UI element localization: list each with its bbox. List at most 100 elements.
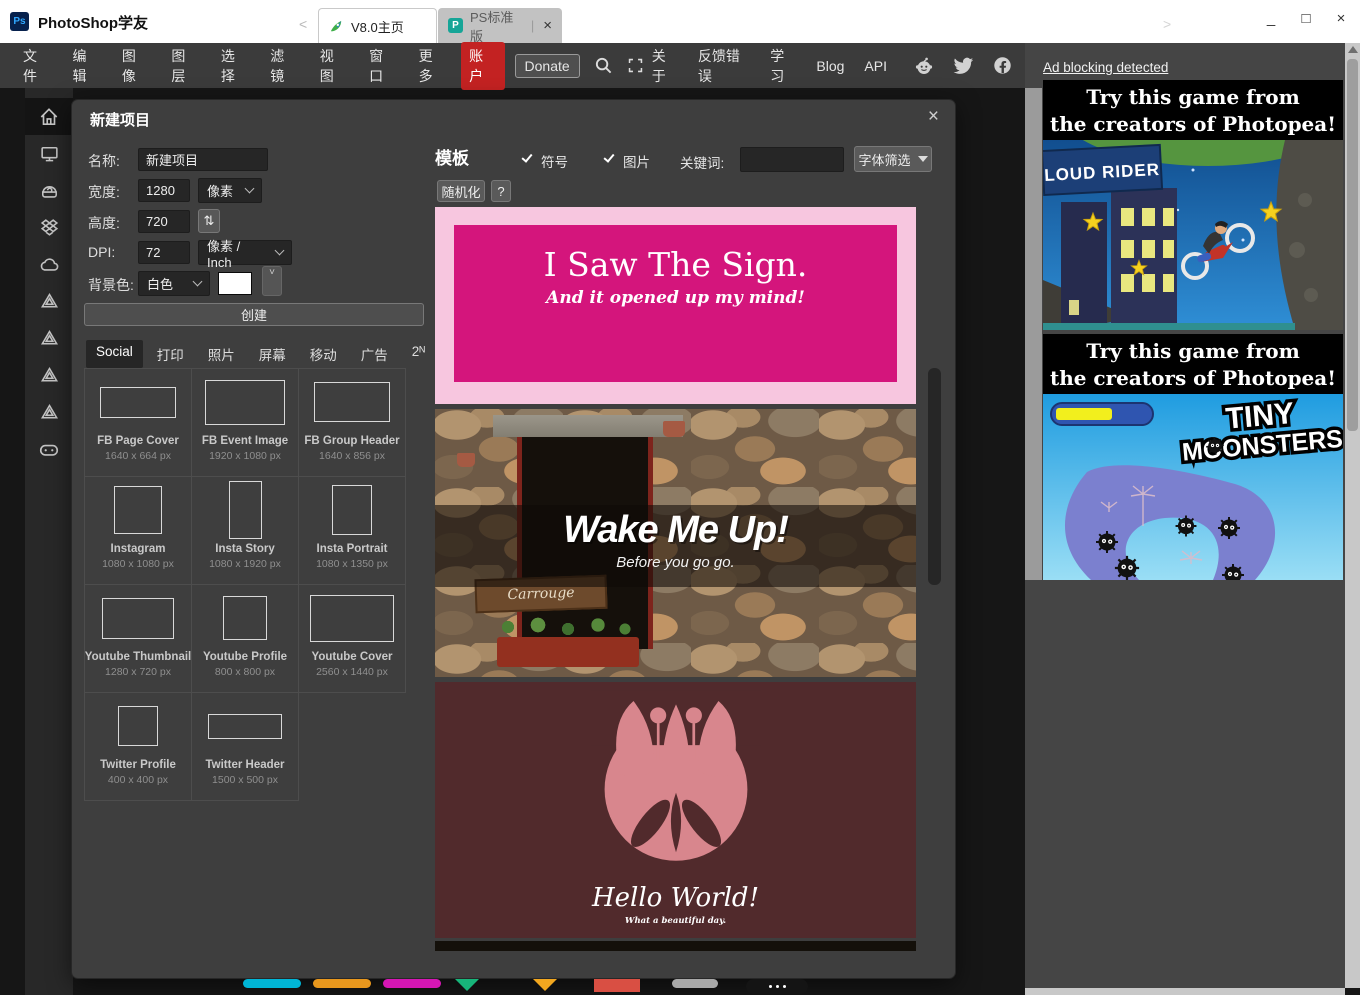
template-preview-wall[interactable]: Carrouge Wake Me Up! Before you go go. [435,409,916,677]
menu-blog[interactable]: Blog [808,53,852,79]
color-picker-expand-button[interactable]: ˅ [262,266,282,296]
name-input[interactable] [138,148,268,171]
menu-layer[interactable]: 图层 [160,41,209,91]
width-unit-value: 像素 [207,184,234,199]
planter-box [497,637,639,667]
tab-power-of-two[interactable]: 2ᴺ [402,340,435,368]
tab-mobile[interactable]: 移动 [300,340,347,368]
template-insta-story[interactable]: Insta Story 1080 x 1920 px [192,477,299,585]
sidebar-item-games[interactable] [25,431,73,468]
template-fb-page-cover[interactable]: FB Page Cover 1640 x 664 px [85,369,192,477]
gdrive-icon [40,293,58,308]
font-filter-button[interactable]: 字体筛选 [854,146,932,172]
menu-more[interactable]: 更多 [408,41,457,91]
ad-loud-rider[interactable]: Try this game from the creators of Photo… [1043,80,1343,330]
dialog-close-icon[interactable]: × [924,104,943,130]
sidebar-item-gdrive-4[interactable] [25,394,73,431]
poster-title: Wake Me Up! [563,509,789,551]
browser-tab-home[interactable]: V8.0主页 [318,8,437,43]
triangle-down-icon [917,156,928,162]
menu-report-bug[interactable]: 反馈错误 [690,41,758,91]
menu-edit[interactable]: 编辑 [61,41,110,91]
menu-image[interactable]: 图像 [111,41,160,91]
template-sliver-magenta [383,979,441,988]
bottom-scroll-strip [1025,988,1345,995]
template-sliver-cyan [243,979,301,988]
template-youtube-cover[interactable]: Youtube Cover 2560 x 1440 px [299,585,406,693]
width-unit-select[interactable]: 像素 [198,178,262,203]
tiny-monsters-image: TINY MOONSTERS [1043,394,1343,580]
randomize-button[interactable]: 随机化 [437,180,485,202]
search-icon[interactable] [594,56,613,75]
dpi-input[interactable] [138,241,190,264]
cloud-icon [40,257,59,271]
tab-print[interactable]: 打印 [147,340,194,368]
tab-scroll-right-icon[interactable]: > [1163,16,1171,32]
account-button[interactable]: 账户 [461,41,505,90]
width-input[interactable] [138,179,190,202]
browser-titlebar: Ps PhotoShop学友 < V8.0主页 P PS标准版 | × > _ … [0,0,1360,44]
tab-close-icon[interactable]: × [543,17,552,34]
name-label: 名称: [88,153,120,169]
sidebar-item-gdrive-2[interactable] [25,320,73,357]
keyword-input[interactable] [740,147,844,172]
template-preview-flower[interactable]: Hello World! What a beautiful day. [435,682,916,938]
tab-photo[interactable]: 照片 [198,340,245,368]
fullscreen-icon[interactable] [627,57,644,74]
template-fb-group-header[interactable]: FB Group Header 1640 x 856 px [299,369,406,477]
menu-view[interactable]: 视图 [309,41,358,91]
scroll-up-icon[interactable] [1348,46,1358,53]
menu-file[interactable]: 文件 [12,41,61,91]
tab-social[interactable]: Social [86,340,143,368]
tab-scroll-left-icon[interactable]: < [299,16,307,32]
menu-learn[interactable]: 学习 [762,41,804,91]
sidebar-item-gdrive-1[interactable] [25,283,73,320]
twitter-icon[interactable] [953,55,974,76]
ad-tiny-monsters[interactable]: Try this game from the creators of Photo… [1043,334,1343,580]
photopea-icon: P [448,18,463,33]
template-twitter-header[interactable]: Twitter Header 1500 x 500 px [192,693,299,801]
facebook-icon[interactable] [992,55,1013,76]
tab-ads[interactable]: 广告 [351,340,398,368]
scrollbar-thumb[interactable] [1347,59,1358,431]
page-scrollbar[interactable] [1345,43,1360,988]
template-youtube-thumbnail[interactable]: Youtube Thumbnail 1280 x 720 px [85,585,192,693]
menu-window[interactable]: 窗口 [358,41,407,91]
sidebar-item-gdrive-3[interactable] [25,357,73,394]
maximize-button[interactable]: □ [1295,10,1317,27]
screen: Ps PhotoShop学友 < V8.0主页 P PS标准版 | × > _ … [0,0,1360,995]
menu-about[interactable]: 关于 [644,41,686,91]
minimize-button[interactable]: _ [1260,10,1282,27]
templates-scrollbar[interactable] [928,368,941,585]
height-input[interactable] [138,210,190,233]
menu-api[interactable]: API [856,53,895,79]
menu-filter[interactable]: 滤镜 [259,41,308,91]
background-select[interactable]: 白色 [138,271,210,296]
chevron-down-icon [192,276,203,287]
window-lintel [493,415,683,437]
reddit-icon[interactable] [913,55,935,77]
donate-button[interactable]: Donate [514,53,580,78]
template-youtube-profile[interactable]: Youtube Profile 800 x 800 px [192,585,299,693]
sidebar-item-templates[interactable] [25,172,73,209]
tab-screen[interactable]: 屏幕 [249,340,296,368]
sidebar-item-dropbox[interactable] [25,209,73,246]
help-button[interactable]: ? [491,180,511,202]
template-insta-portrait[interactable]: Insta Portrait 1080 x 1350 px [299,477,406,585]
ad-blocking-link[interactable]: Ad blocking detected [1043,60,1168,75]
browser-tab-photopea[interactable]: P PS标准版 | × [438,8,562,44]
create-button[interactable]: 创建 [84,303,424,326]
template-instagram[interactable]: Instagram 1080 x 1080 px [85,477,192,585]
sidebar-item-onedrive[interactable] [25,246,73,283]
close-button[interactable]: × [1330,10,1352,27]
menu-select[interactable]: 选择 [210,41,259,91]
dpi-unit-select[interactable]: 像素 / Inch [198,239,292,270]
sidebar-item-this-device[interactable] [25,135,73,172]
template-preview-sign[interactable]: I Saw The Sign. And it opened up my mind… [435,207,916,404]
monitor-icon [40,146,58,162]
template-fb-event-image[interactable]: FB Event Image 1920 x 1080 px [192,369,299,477]
template-twitter-profile[interactable]: Twitter Profile 400 x 400 px [85,693,192,801]
sidebar-item-home[interactable] [25,98,73,135]
swap-dimensions-button[interactable]: ⇅ [198,209,220,233]
background-color-swatch[interactable] [218,272,252,295]
